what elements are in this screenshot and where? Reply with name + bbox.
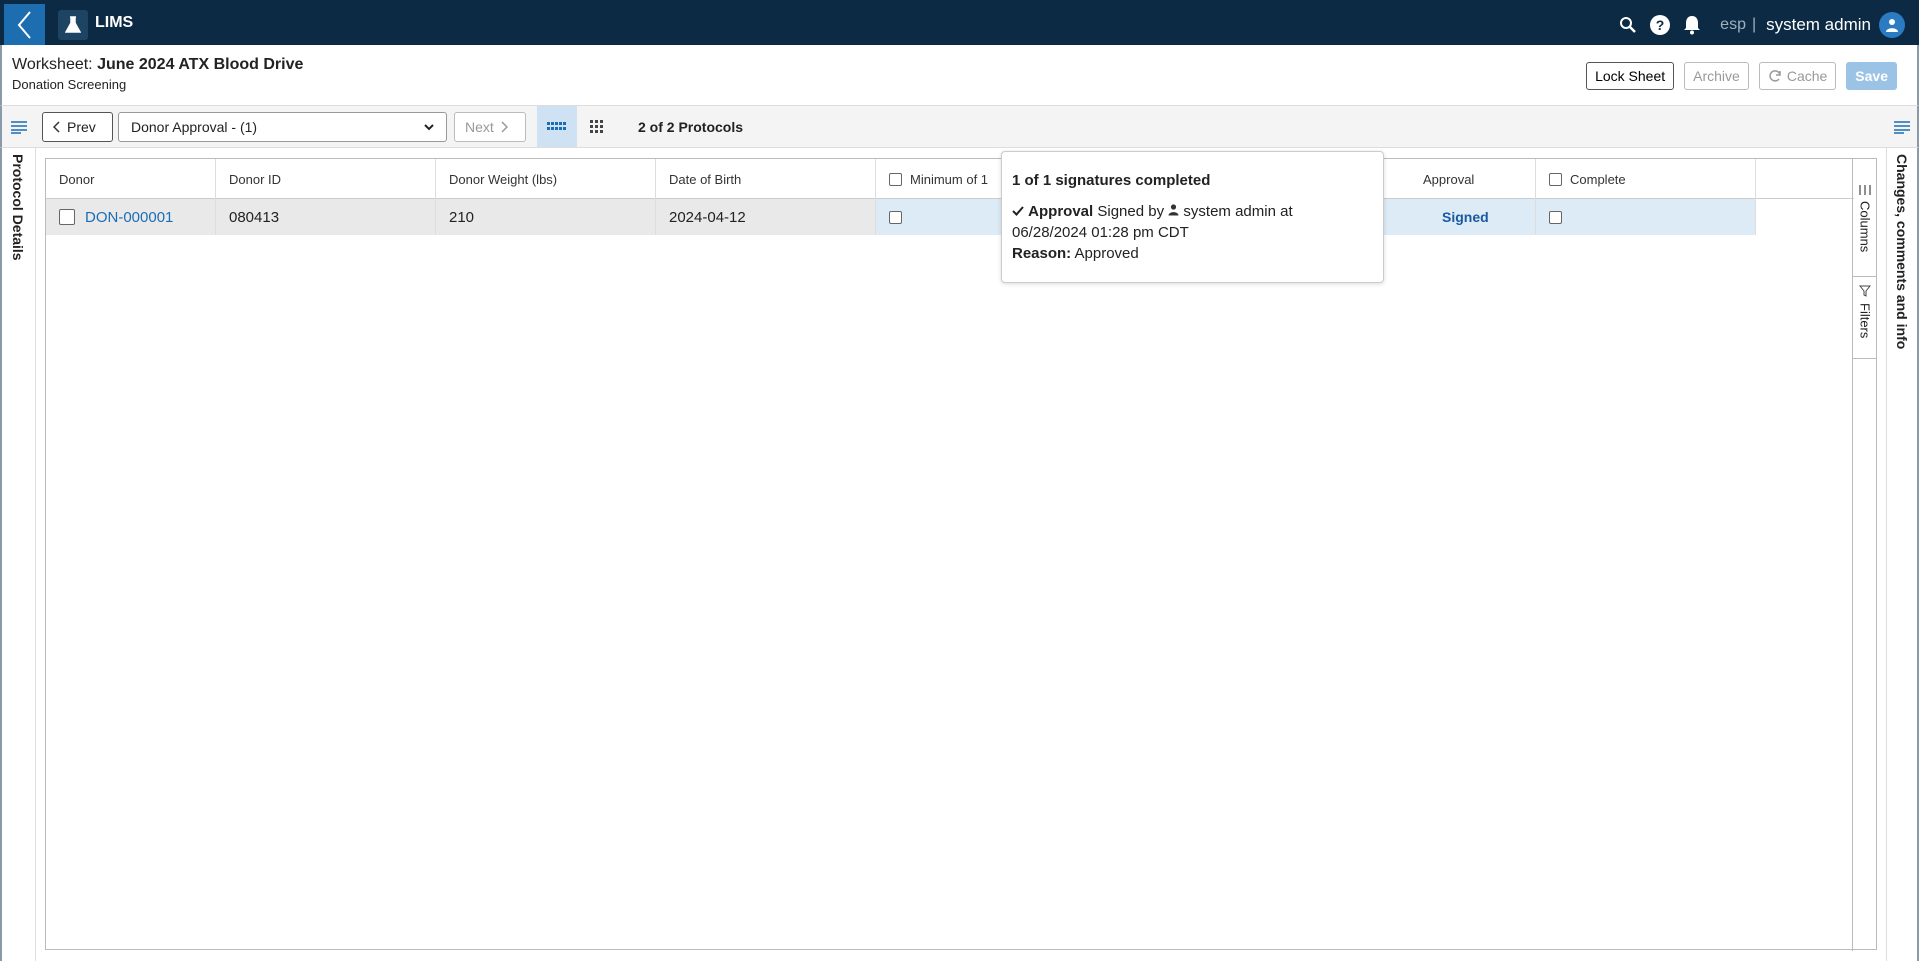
search-icon[interactable] bbox=[1612, 10, 1644, 40]
grid-header: Donor Donor ID Donor Weight (lbs) Date o… bbox=[46, 159, 1854, 199]
column-header-complete[interactable]: Complete bbox=[1536, 159, 1756, 199]
columns-tab[interactable]: Columns bbox=[1853, 177, 1877, 277]
worksheet-grid: Donor Donor ID Donor Weight (lbs) Date o… bbox=[45, 158, 1877, 951]
bell-icon[interactable] bbox=[1676, 10, 1708, 40]
changes-panel[interactable]: Changes, comments and info bbox=[1886, 148, 1919, 961]
right-panel-toggle[interactable] bbox=[1889, 116, 1915, 138]
separator: | bbox=[1751, 16, 1757, 33]
help-icon[interactable]: ? bbox=[1644, 10, 1676, 40]
menu-lines-icon bbox=[11, 121, 27, 134]
changes-label[interactable]: Changes, comments and info bbox=[1894, 154, 1910, 349]
protocol-select[interactable]: Donor Approval - (1) bbox=[118, 112, 447, 142]
prev-button[interactable]: Prev bbox=[42, 112, 113, 142]
protocol-details-panel[interactable]: Protocol Details bbox=[0, 148, 36, 961]
protocol-details-label[interactable]: Protocol Details bbox=[10, 154, 26, 261]
column-header-donor-id[interactable]: Donor ID bbox=[216, 159, 436, 199]
svg-text:?: ? bbox=[1656, 17, 1665, 33]
page-title: Worksheet: June 2024 ATX Blood Drive bbox=[12, 56, 303, 74]
column-label: Minimum of 1 bbox=[910, 171, 989, 187]
worksheet-label: Worksheet: bbox=[12, 56, 93, 73]
columns-label: Columns bbox=[1857, 201, 1873, 253]
worksheet-header: Worksheet: June 2024 ATX Blood Drive Don… bbox=[0, 45, 1919, 106]
next-button[interactable]: Next bbox=[454, 112, 526, 142]
grid-view-button[interactable] bbox=[577, 106, 617, 147]
date-of-birth-cell[interactable]: 2024-04-12 bbox=[656, 199, 876, 235]
select-all-checkbox[interactable] bbox=[889, 172, 902, 186]
next-label: Next bbox=[465, 119, 494, 135]
archive-button[interactable]: Archive bbox=[1684, 62, 1749, 90]
columns-icon bbox=[1859, 185, 1871, 195]
signature-tooltip: 1 of 1 signatures completed Approval Sig… bbox=[1001, 151, 1384, 283]
refresh-icon bbox=[1769, 70, 1781, 82]
avatar[interactable] bbox=[1879, 12, 1905, 38]
complete-checkbox[interactable] bbox=[1549, 210, 1562, 224]
row-select-checkbox[interactable] bbox=[59, 209, 75, 225]
column-header-date-of-birth[interactable]: Date of Birth bbox=[656, 159, 876, 199]
signature-reason: Reason: Approved bbox=[1012, 243, 1373, 264]
worksheet-name: June 2024 ATX Blood Drive bbox=[97, 56, 304, 73]
grid-tool-panel: Columns Filters bbox=[1852, 159, 1877, 951]
chevron-left-icon bbox=[53, 121, 60, 133]
user-name[interactable]: system admin bbox=[1766, 15, 1871, 35]
chevron-down-icon bbox=[424, 123, 434, 130]
flask-icon bbox=[58, 10, 88, 40]
column-label: Donor ID bbox=[229, 171, 282, 187]
column-label: Donor Weight (lbs) bbox=[449, 171, 558, 187]
column-label: Complete bbox=[1570, 171, 1626, 187]
table-row[interactable]: DON-000001 080413 210 2024-04-12 Signed bbox=[46, 199, 1757, 235]
cache-label: Cache bbox=[1786, 68, 1828, 84]
column-header-donor[interactable]: Donor bbox=[46, 159, 216, 199]
column-label: Approval bbox=[1423, 171, 1475, 187]
signed-by-label: Signed by bbox=[1097, 203, 1165, 220]
chevron-left-icon bbox=[17, 10, 31, 39]
org-label: esp bbox=[1720, 16, 1746, 33]
prev-label: Prev bbox=[67, 119, 96, 135]
tooltip-title: 1 of 1 signatures completed bbox=[1012, 172, 1211, 189]
reason-value: Approved bbox=[1074, 245, 1139, 262]
minimum-checkbox[interactable] bbox=[889, 210, 902, 224]
user-icon bbox=[1886, 19, 1898, 32]
signature-line: Approval Signed by system admin at bbox=[1012, 201, 1373, 222]
select-all-checkbox[interactable] bbox=[1549, 172, 1562, 186]
filter-icon bbox=[1859, 285, 1871, 297]
grid-icon bbox=[590, 119, 603, 133]
worksheet-subtitle: Donation Screening bbox=[12, 77, 127, 92]
reason-label: Reason: bbox=[1012, 245, 1072, 262]
column-header-donor-weight[interactable]: Donor Weight (lbs) bbox=[436, 159, 656, 199]
donor-id-cell[interactable]: 080413 bbox=[216, 199, 436, 235]
signer-name: system admin at bbox=[1183, 203, 1293, 220]
app-name[interactable]: LIMS bbox=[95, 14, 133, 32]
signature-name: Approval bbox=[1028, 203, 1094, 220]
donor-weight-cell[interactable]: 210 bbox=[436, 199, 656, 235]
top-nav-bar: LIMS ? esp | system admin bbox=[0, 0, 1919, 45]
left-panel-toggle[interactable] bbox=[6, 116, 32, 138]
check-icon bbox=[1012, 206, 1024, 216]
protocol-toolbar: Prev Donor Approval - (1) Next 2 of 2 Pr… bbox=[0, 106, 1919, 148]
save-button[interactable]: Save bbox=[1846, 62, 1897, 90]
table-view-button[interactable] bbox=[537, 106, 577, 147]
chevron-right-icon bbox=[501, 121, 508, 133]
donor-cell[interactable]: DON-000001 bbox=[46, 199, 216, 235]
cache-button[interactable]: Cache bbox=[1758, 62, 1837, 90]
complete-cell[interactable] bbox=[1536, 199, 1756, 235]
protocol-select-value: Donor Approval - (1) bbox=[131, 119, 258, 135]
grid-rows-icon bbox=[547, 121, 566, 130]
menu-lines-icon bbox=[1894, 121, 1910, 134]
signature-timestamp: 06/28/2024 01:28 pm CDT bbox=[1012, 224, 1189, 241]
protocol-count: 2 of 2 Protocols bbox=[638, 119, 744, 135]
filters-label: Filters bbox=[1857, 303, 1873, 339]
lock-sheet-button[interactable]: Lock Sheet bbox=[1586, 62, 1675, 90]
column-label: Date of Birth bbox=[669, 171, 742, 187]
user-icon bbox=[1168, 204, 1179, 216]
column-label: Donor bbox=[59, 171, 95, 187]
filters-tab[interactable]: Filters bbox=[1853, 277, 1877, 359]
back-button[interactable] bbox=[4, 4, 45, 45]
donor-link[interactable]: DON-000001 bbox=[85, 209, 173, 226]
signed-link[interactable]: Signed bbox=[1442, 209, 1489, 225]
